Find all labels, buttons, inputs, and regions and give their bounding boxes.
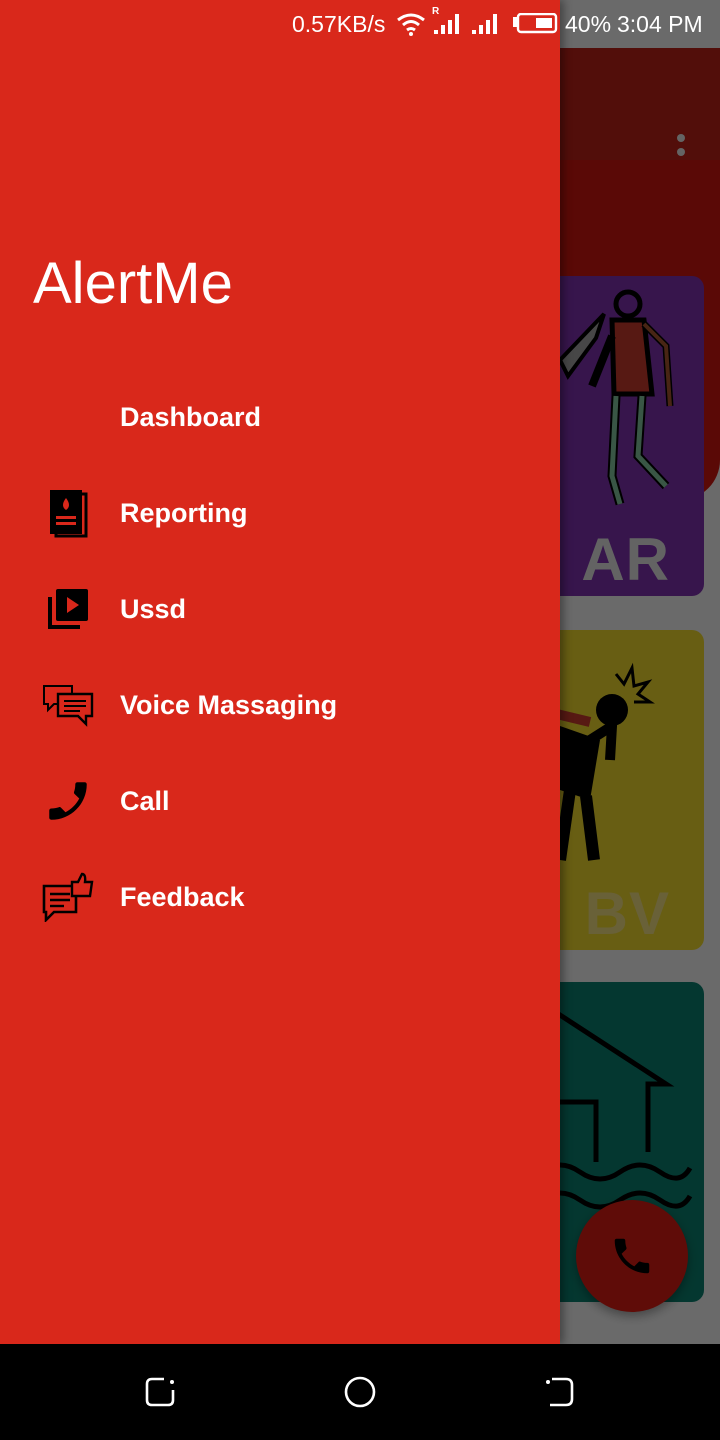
network-speed: 0.57KB/s [292, 11, 386, 37]
battery-icon [513, 13, 558, 34]
nav-item-ussd[interactable]: Ussd [0, 561, 560, 657]
navigation-drawer: AlertMe Dashboard Reporting Ussd Voice M… [0, 0, 560, 1344]
signal-icon [434, 14, 459, 34]
nav-item-voice-massaging[interactable]: Voice Massaging [0, 657, 560, 753]
report-document-icon [40, 485, 96, 541]
video-library-icon [40, 581, 96, 637]
system-navigation-bar [0, 1344, 720, 1440]
status-bar: 0.57KB/s R 40% 3:04 PM [0, 0, 720, 48]
nav-item-label: Reporting [120, 497, 248, 528]
clock: 3:04 PM [617, 11, 703, 37]
nav-item-feedback[interactable]: Feedback [0, 849, 560, 945]
back-icon[interactable] [542, 1374, 578, 1410]
home-icon[interactable] [342, 1374, 378, 1410]
battery-percent: 40% [565, 11, 612, 37]
nav-item-label: Feedback [120, 881, 245, 912]
drawer-title: AlertMe [33, 251, 233, 316]
signal-icon [472, 14, 497, 34]
wifi-icon [397, 13, 425, 36]
nav-item-label: Call [120, 785, 170, 816]
nav-item-label: Voice Massaging [120, 689, 338, 720]
feedback-thumbs-up-icon [40, 869, 96, 925]
nav-item-reporting[interactable]: Reporting [0, 465, 560, 561]
phone-icon [40, 773, 96, 829]
nav-item-label: Dashboard [120, 401, 262, 432]
chat-bubbles-icon [40, 677, 96, 733]
nav-item-label: Ussd [120, 593, 187, 624]
recent-apps-icon[interactable] [142, 1374, 178, 1410]
nav-item-dashboard[interactable]: Dashboard [0, 369, 560, 465]
nav-item-call[interactable]: Call [0, 753, 560, 849]
